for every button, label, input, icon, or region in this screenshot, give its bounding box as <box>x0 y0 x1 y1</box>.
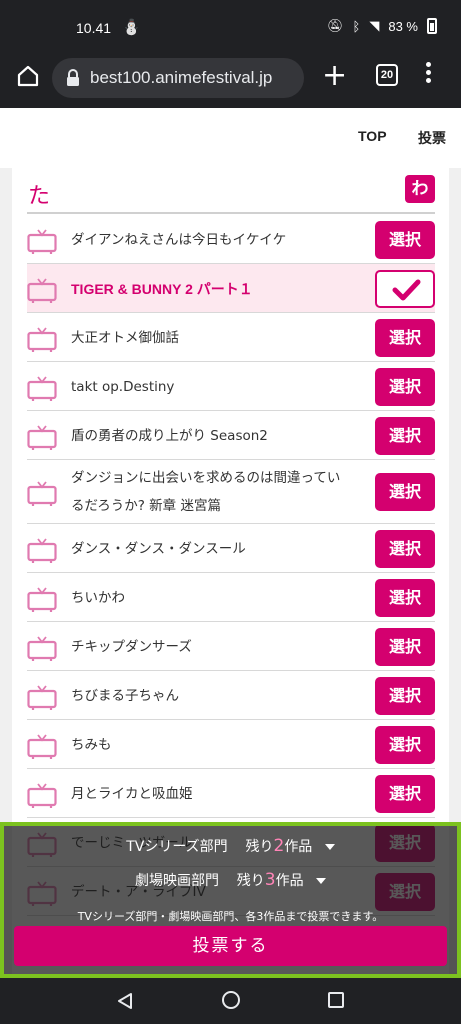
select-button[interactable]: 選択 <box>375 473 435 511</box>
browser-toolbar: best100.animefestival.jp + 20 <box>0 56 461 108</box>
item-title: ちみも <box>71 736 112 753</box>
nav-top-link[interactable]: TOP <box>358 128 387 144</box>
item-title: 大正オトメ御伽話 <box>71 329 179 346</box>
select-button[interactable]: 選択 <box>375 416 435 455</box>
kana-jump-button[interactable]: わ <box>405 175 435 203</box>
select-button[interactable]: 選択 <box>375 318 435 357</box>
movie-remaining-count: 3 <box>264 870 276 890</box>
tv-remaining-prefix: 残り <box>245 839 274 855</box>
item-title: チキップダンサーズ <box>71 638 192 655</box>
battery-text: 83 % <box>388 18 418 34</box>
select-button[interactable]: 選択 <box>375 220 435 259</box>
list-item: 盾の勇者の成り上がり Season2 選択 <box>27 411 435 460</box>
list-item: ちみも 選択 <box>27 720 435 769</box>
tv-icon <box>27 326 57 352</box>
select-button[interactable]: 選択 <box>375 627 435 666</box>
select-button[interactable]: 選択 <box>375 367 435 406</box>
tv-icon <box>27 424 57 450</box>
tv-icon <box>27 733 57 759</box>
list-item: ダンジョンに出会いを求めるのは間違っているだろうか? 新章 迷宮篇 選択 <box>27 460 435 524</box>
status-time: 10.41 <box>76 20 112 36</box>
recent-apps-icon[interactable] <box>328 992 344 1008</box>
section-heading: た <box>28 184 51 209</box>
list-item: チキップダンサーズ 選択 <box>27 622 435 671</box>
select-button[interactable]: 選択 <box>375 725 435 764</box>
site-header: TOP 投票 <box>0 108 461 168</box>
list-item: ダイアンねえさんは今日もイケイケ 選択 <box>27 215 435 264</box>
address-bar[interactable]: best100.animefestival.jp <box>52 58 304 98</box>
movie-remaining-unit: 作品 <box>275 873 304 889</box>
selected-toggle-button[interactable] <box>375 269 435 308</box>
item-title: ちびまる子ちゃん <box>71 687 179 704</box>
item-title: ちいかわ <box>71 589 125 606</box>
tv-icon <box>27 635 57 661</box>
vote-submit-button[interactable]: 投票する <box>14 926 447 966</box>
item-title: takt op.Destiny <box>71 378 175 395</box>
select-button[interactable]: 選択 <box>375 578 435 617</box>
list-item: ちびまる子ちゃん 選択 <box>27 671 435 720</box>
tabs-icon[interactable]: 20 <box>376 64 398 86</box>
item-title: ダンジョンに出会いを求めるのは間違っているだろうか? 新章 迷宮篇 <box>71 470 341 514</box>
list-item: TIGER & BUNNY 2 パート１ <box>27 264 435 313</box>
notification-icon: ⛄ <box>122 18 141 36</box>
list-item: 大正オトメ御伽話 選択 <box>27 313 435 362</box>
select-button[interactable]: 選択 <box>375 774 435 813</box>
title-list: ダイアンねえさんは今日もイケイケ 選択 TIGER & BUNNY 2 パート１ 大正… <box>27 215 435 916</box>
vote-summary-panel: TVシリーズ部門 残り2作品 劇場映画部門 残り3作品 TVシリーズ部門・劇場映… <box>0 822 461 978</box>
heading-divider <box>27 212 435 214</box>
movie-category-label: 劇場映画部門 <box>134 873 219 889</box>
mute-icon: 🔕︎ <box>327 18 344 33</box>
tv-remaining-count: 2 <box>273 836 285 856</box>
system-nav-bar <box>0 978 461 1024</box>
tv-category-label: TVシリーズ部門 <box>126 839 228 855</box>
lock-icon <box>67 69 79 86</box>
tv-icon <box>27 228 57 254</box>
chevron-down-icon <box>324 844 335 850</box>
tv-summary[interactable]: TVシリーズ部門 残り2作品 <box>4 836 457 856</box>
vote-note: TVシリーズ部門・劇場映画部門、各3作品まで投票できます。 <box>77 910 384 923</box>
battery-icon <box>427 18 437 34</box>
select-button[interactable]: 選択 <box>375 676 435 715</box>
item-title: ダンス・ダンス・ダンスール <box>71 540 246 557</box>
tv-icon <box>27 782 57 808</box>
home-icon[interactable] <box>16 64 40 88</box>
status-bar: 10.41 ⛄ 🔕︎ ᛒ ◥ 83 % <box>0 0 461 56</box>
chevron-down-icon <box>316 878 327 884</box>
list-item: 月とライカと吸血姫 選択 <box>27 769 435 818</box>
url-text: best100.animefestival.jp <box>90 68 273 87</box>
select-button[interactable]: 選択 <box>375 529 435 568</box>
home-button-icon[interactable] <box>222 991 240 1009</box>
item-title: 盾の勇者の成り上がり Season2 <box>71 427 268 444</box>
item-title: TIGER & BUNNY 2 パート１ <box>71 280 253 297</box>
check-icon <box>392 279 421 300</box>
tv-icon <box>27 277 57 303</box>
movie-summary[interactable]: 劇場映画部門 残り3作品 <box>4 870 457 890</box>
bluetooth-icon: ᛒ <box>352 18 361 34</box>
movie-remaining-prefix: 残り <box>236 873 265 889</box>
wifi-icon: ◥ <box>369 18 380 33</box>
tv-icon <box>27 684 57 710</box>
list-item: ちいかわ 選択 <box>27 573 435 622</box>
status-icons: 🔕︎ ᛒ ◥ 83 % <box>327 18 437 34</box>
list-item: ダンス・ダンス・ダンスール 選択 <box>27 524 435 573</box>
tv-remaining-unit: 作品 <box>284 839 313 855</box>
tv-icon <box>27 537 57 563</box>
nav-vote-link[interactable]: 投票 <box>418 128 446 148</box>
item-title: ダイアンねえさんは今日もイケイケ <box>71 231 287 248</box>
tv-icon <box>27 375 57 401</box>
tv-icon <box>27 586 57 612</box>
item-title: 月とライカと吸血姫 <box>71 785 193 802</box>
new-tab-icon[interactable]: + <box>322 61 347 91</box>
back-icon[interactable] <box>117 992 133 1010</box>
more-menu-icon[interactable] <box>426 62 432 86</box>
tv-icon <box>27 481 57 506</box>
list-item: takt op.Destiny 選択 <box>27 362 435 411</box>
